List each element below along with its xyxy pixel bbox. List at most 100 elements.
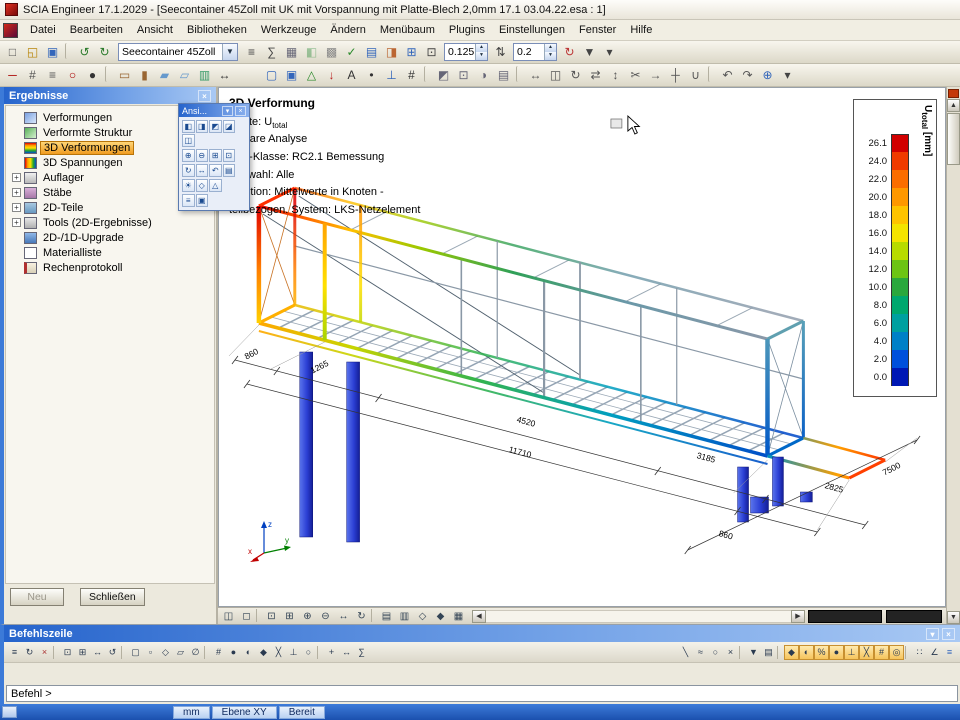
light-settings-icon[interactable]: ☀ [182,179,195,192]
select-polygon-icon[interactable]: ◇ [158,645,173,660]
select-single-icon[interactable]: ▢ [128,645,143,660]
close-button[interactable]: Schließen [80,588,145,606]
snap-midpoints-icon[interactable]: ◐ [799,645,814,660]
line-tool-icon[interactable]: ─ [3,66,22,85]
show-local-axes-icon[interactable]: ⊥ [382,66,401,85]
zoom-all-icon[interactable]: ⊡ [263,609,280,624]
scale-icon[interactable]: ↕ [606,66,625,85]
menu-ansicht[interactable]: Ansicht [130,21,180,39]
menu-datei[interactable]: Datei [23,21,63,39]
steel-check-icon[interactable]: ✓ [342,43,361,62]
snap-percentage-icon[interactable]: % [814,645,829,660]
spin-down-icon[interactable]: ▼ [476,52,487,60]
results-lock-icon[interactable]: ▼ [580,43,599,62]
expand-icon[interactable]: + [12,203,21,212]
zoom-all-icon[interactable]: ⊡ [422,43,441,62]
viewport-manager-icon[interactable]: ◫ [220,609,237,624]
snap-intersections-icon[interactable]: ╳ [859,645,874,660]
mirror-icon[interactable]: ⇄ [586,66,605,85]
command-panel-header[interactable]: Befehlszeile ▾ × [4,625,960,642]
panel-close-icon[interactable]: × [942,628,955,640]
select-workplane-icon[interactable]: ▱ [173,645,188,660]
load-tool-icon[interactable]: ▥ [195,66,214,85]
cross-select-icon[interactable]: × [723,645,738,660]
expand-icon[interactable]: + [12,188,21,197]
line-select-icon[interactable]: ╲ [678,645,693,660]
scroll-right-icon[interactable]: ▶ [791,610,805,623]
spin-up-icon[interactable]: ▲ [476,44,487,52]
save-viewpoint-icon[interactable]: ▣ [196,194,209,207]
coordinate-input-icon[interactable]: + [324,645,339,660]
zoom-window-cmd-icon[interactable]: ⊞ [75,645,90,660]
scroll-down-icon[interactable]: ▼ [947,611,960,624]
show-numbers-icon[interactable]: # [402,66,421,85]
scroll-thumb-dark[interactable] [808,610,882,623]
scroll-thumb-dark[interactable] [886,610,942,623]
snap-grid-points-icon[interactable]: # [874,645,889,660]
zoom-window-icon[interactable]: ⊞ [209,149,222,162]
spin-up-icon[interactable]: ▲ [545,44,556,52]
show-nodes-icon[interactable]: • [362,66,381,85]
model-viewport[interactable]: 3D Verformung Werte: Utotal Lineare Anal… [218,87,946,607]
tree-item-rechenprotokoll[interactable]: + Rechenprotokoll [8,260,212,275]
dot-grid-toggle-icon[interactable]: ∷ [912,645,927,660]
pan-view-icon[interactable]: ↔ [335,609,352,624]
section-plane-icon[interactable]: ◩ [434,66,453,85]
layer-manager-icon[interactable]: ▤ [494,66,513,85]
escape-command-icon[interactable]: ≡ [7,645,22,660]
scroll-thumb[interactable] [947,113,960,165]
snap-mid-icon[interactable]: ◐ [241,645,256,660]
view-top-icon[interactable]: ▤ [378,609,395,624]
pin-icon[interactable]: ▾ [926,628,939,640]
expand-icon[interactable]: + [12,173,21,182]
zoom-out-icon[interactable]: ⊖ [196,149,209,162]
extend-icon[interactable]: → [646,66,665,85]
menu-hilfe[interactable]: Hilfe [623,21,659,39]
menu-aendern[interactable]: Ändern [323,21,372,39]
calculation-icon[interactable]: ∑ [262,43,281,62]
chevron-down-icon[interactable]: ▼ [222,44,237,60]
beam-tool-icon[interactable]: ▭ [115,66,134,85]
close-icon[interactable]: × [235,106,246,116]
next-view-icon[interactable]: ↷ [738,66,757,85]
scale-auto-icon[interactable]: ⇅ [491,43,510,62]
interrupt-icon[interactable]: × [37,645,52,660]
zoom-window-icon[interactable]: ⊞ [281,609,298,624]
status-unit[interactable]: mm [173,706,210,719]
command-input[interactable] [6,685,958,702]
snap-arc-center-icon[interactable]: ◎ [889,645,904,660]
rotate-view-icon[interactable]: ↻ [182,164,195,177]
zoom-all-cmd-icon[interactable]: ⊡ [60,645,75,660]
new-button[interactable]: Neu [10,588,64,606]
more-tools-icon[interactable]: ▾ [600,43,619,62]
menu-plugins[interactable]: Plugins [442,21,492,39]
activity-filter-icon[interactable]: ◑ [474,66,493,85]
wall-tool-icon[interactable]: ▱ [175,66,194,85]
tree-item-materialliste[interactable]: + Materialliste [8,245,212,260]
undo-icon[interactable]: ↺ [75,43,94,62]
view-settings-icon[interactable]: ≡ [182,194,195,207]
snap-tangent-icon[interactable]: ○ [301,645,316,660]
snap-nodes-icon[interactable]: ● [829,645,844,660]
load-case-combobox[interactable]: Seecontainer 45Zoll ▼ [118,43,238,61]
snap-grid-icon[interactable]: # [211,645,226,660]
scia-menu-icon[interactable] [3,23,18,38]
perspective-icon[interactable]: ◆ [432,609,449,624]
expand-icon[interactable]: + [12,218,21,227]
clipping-icon[interactable]: △ [209,179,222,192]
zoom-in-icon[interactable]: ⊕ [182,149,195,162]
vertical-scrollbar[interactable]: ▲ ▼ [946,87,960,624]
rotate-icon[interactable]: ↻ [566,66,585,85]
select-window-icon[interactable]: ▫ [143,645,158,660]
plate-tool-icon[interactable]: ▰ [155,66,174,85]
snap-end-icon[interactable]: ◆ [256,645,271,660]
break-icon[interactable]: ┼ [666,66,685,85]
project-settings-icon[interactable]: ≡ [242,43,261,62]
storey-levels-icon[interactable]: ≡ [43,66,62,85]
results-panel-header[interactable]: Ergebnisse × [4,87,216,104]
spin-down-icon[interactable]: ▼ [545,52,556,60]
pan-cmd-icon[interactable]: ↔ [90,645,105,660]
concrete-check-icon[interactable]: ▩ [322,43,341,62]
more-view-tools-icon[interactable]: ▾ [778,66,797,85]
open-project-icon[interactable]: ◱ [23,43,42,62]
